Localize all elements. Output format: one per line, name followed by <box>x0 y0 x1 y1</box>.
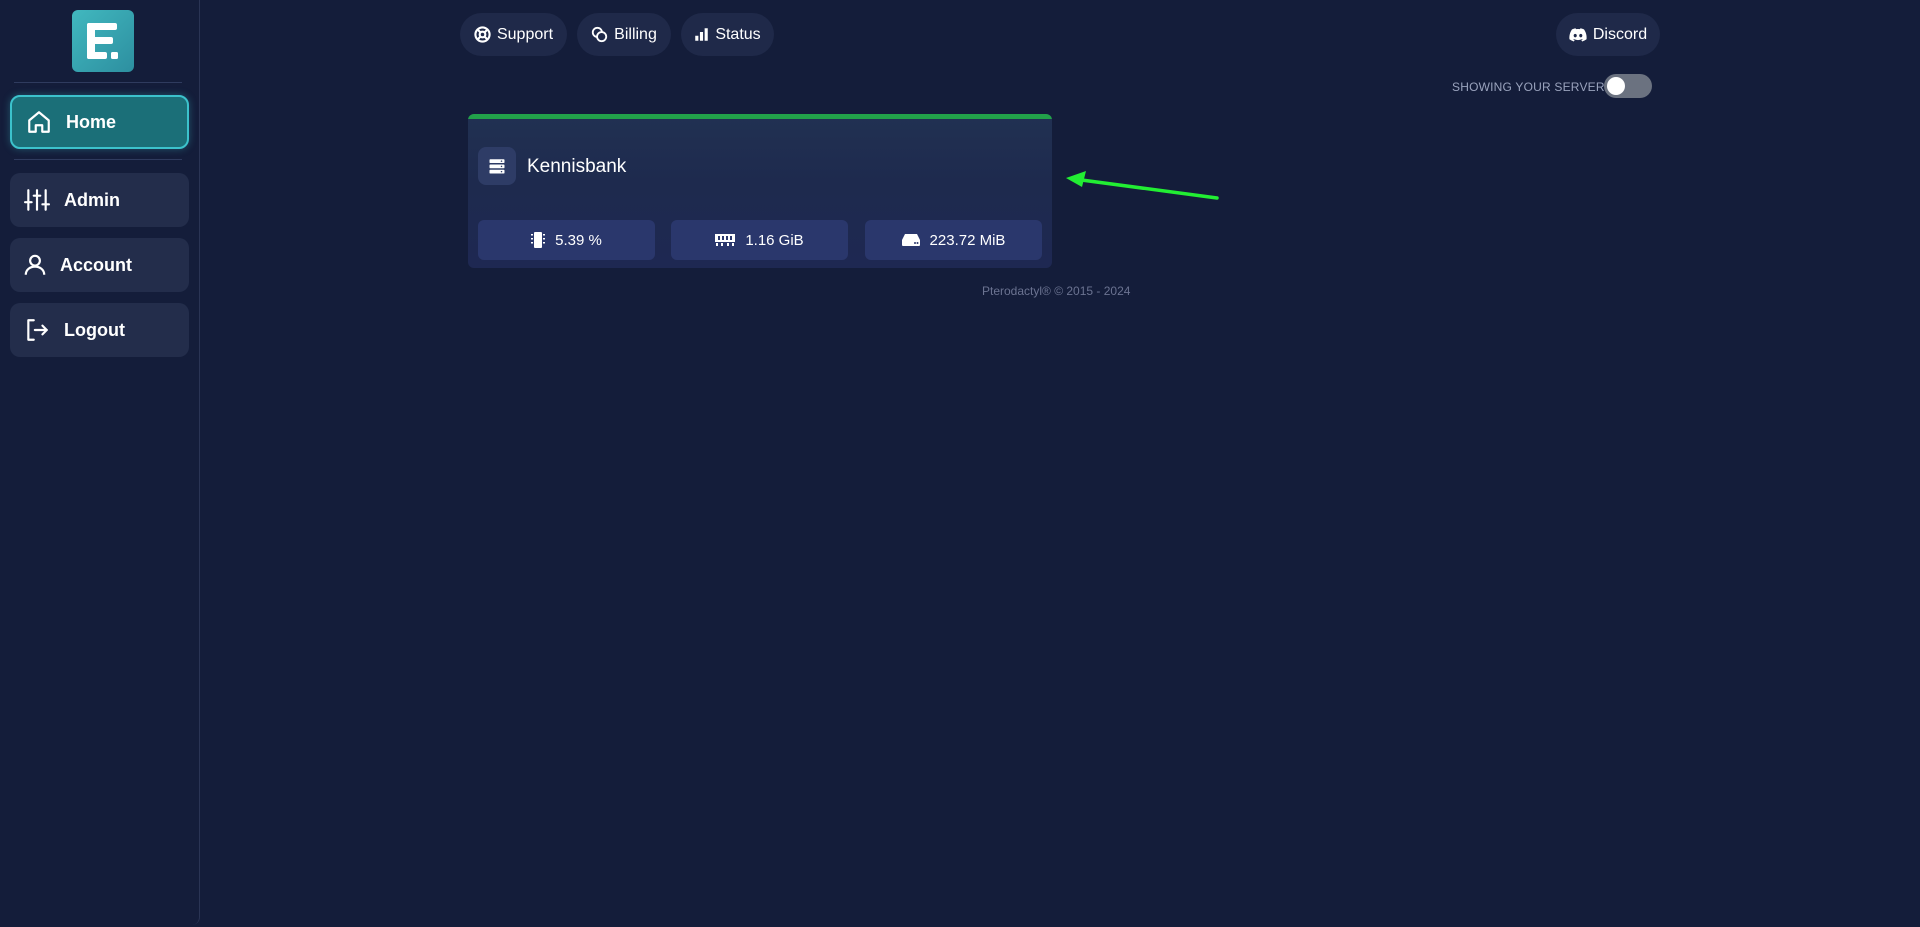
sidebar-item-label: Logout <box>64 319 125 340</box>
billing-label: Billing <box>614 25 657 43</box>
disk-stat: 223.72 MiB <box>865 220 1042 260</box>
server-filter-label: SHOWING YOUR SERVERS <box>1452 80 1613 94</box>
sidebar-item-admin[interactable]: Admin <box>10 173 189 227</box>
logo-icon <box>87 23 118 59</box>
server-icon <box>478 147 516 185</box>
coins-icon <box>592 26 608 43</box>
sidebar-item-label: Admin <box>64 189 120 210</box>
discord-icon <box>1569 27 1587 41</box>
sliders-icon <box>22 185 52 215</box>
logout-icon <box>22 315 52 345</box>
server-name: Kennisbank <box>527 156 627 177</box>
disk-value: 223.72 MiB <box>929 231 1006 249</box>
sidebar-item-label: Account <box>60 254 132 275</box>
server-card[interactable]: Kennisbank 5.39 % 1.16 GiB 223.72 MiB <box>468 114 1052 268</box>
status-button[interactable]: Status <box>681 13 774 56</box>
app-logo[interactable] <box>72 10 134 72</box>
hard-drive-icon <box>901 234 920 246</box>
cpu-value: 5.39 % <box>555 231 602 249</box>
sidebar-divider <box>14 159 182 160</box>
cpu-icon <box>531 232 546 248</box>
sidebar-item-label: Home <box>66 111 117 132</box>
billing-button[interactable]: Billing <box>577 13 671 56</box>
footer-copyright: Pterodactyl® © 2015 - 2024 <box>982 284 1131 298</box>
memory-icon <box>715 234 736 246</box>
user-icon <box>20 250 50 280</box>
memory-stat: 1.16 GiB <box>671 220 848 260</box>
home-icon <box>24 107 54 137</box>
sidebar-divider <box>14 82 182 83</box>
sidebar-item-account[interactable]: Account <box>10 238 189 292</box>
server-filter-toggle[interactable] <box>1604 74 1652 98</box>
toggle-knob <box>1607 77 1625 95</box>
annotation-arrow-icon <box>1066 171 1219 200</box>
status-label: Status <box>715 25 761 43</box>
discord-label: Discord <box>1592 25 1648 43</box>
lifebuoy-icon <box>474 26 491 43</box>
bar-chart-icon <box>695 28 709 41</box>
sidebar: Home Admin Account Logout <box>0 0 200 925</box>
discord-button[interactable]: Discord <box>1556 13 1660 56</box>
sidebar-item-logout[interactable]: Logout <box>10 303 189 357</box>
cpu-stat: 5.39 % <box>478 220 655 260</box>
sidebar-item-home[interactable]: Home <box>10 95 189 149</box>
support-button[interactable]: Support <box>460 13 567 56</box>
support-label: Support <box>496 25 554 43</box>
memory-value: 1.16 GiB <box>745 231 804 249</box>
server-status-bar <box>468 114 1052 119</box>
